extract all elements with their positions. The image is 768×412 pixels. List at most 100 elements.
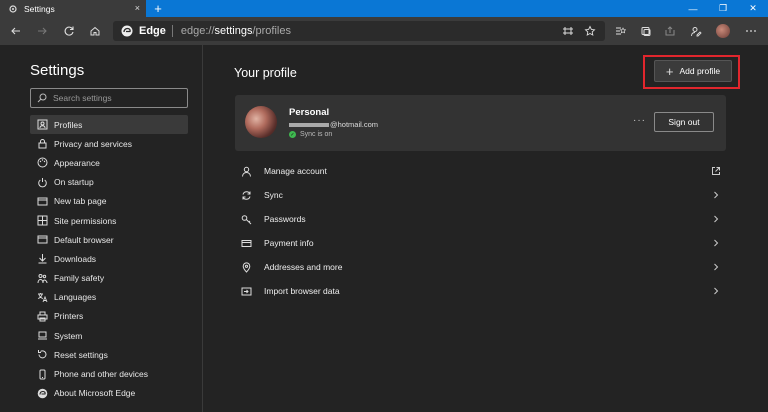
address-separator [171, 25, 173, 37]
palette-icon [36, 157, 48, 169]
email-domain: @hotmail.com [330, 120, 379, 129]
forward-icon[interactable] [34, 23, 50, 39]
external-link-icon [710, 165, 722, 177]
list-item-passwords[interactable]: Passwords [235, 207, 726, 231]
sidebar-item-privacy[interactable]: Privacy and services [30, 134, 188, 153]
sidebar-item-profiles[interactable]: Profiles [30, 115, 188, 135]
list-item-manage-account[interactable]: Manage account [235, 159, 726, 183]
phone-icon [36, 368, 48, 380]
profile-avatar-button[interactable] [715, 23, 731, 39]
sidebar-item-label: About Microsoft Edge [54, 388, 136, 399]
sidebar-item-label: Privacy and services [54, 138, 132, 149]
chevron-right-icon [710, 189, 722, 201]
refresh-icon[interactable] [61, 23, 77, 39]
browser-toolbar: Edge edge:// settings /profiles [0, 17, 768, 45]
sidebar-item-label: Profiles [54, 119, 83, 130]
download-icon [36, 253, 48, 265]
system-icon [36, 330, 48, 342]
sidebar-item-label: On startup [54, 177, 94, 188]
tab-settings[interactable]: Settings × [0, 0, 146, 17]
sidebar-item-appearance[interactable]: Appearance [30, 153, 188, 172]
sidebar-item-label: Printers [54, 311, 84, 322]
chevron-right-icon [710, 213, 722, 225]
sidebar-item-label: Downloads [54, 253, 97, 264]
check-icon: ✓ [289, 131, 296, 138]
search-icon [37, 93, 47, 103]
sync-status-label: Sync is on [300, 131, 333, 138]
profile-settings-list: Manage account Sync Passwords Payment in… [235, 159, 726, 303]
home-icon[interactable] [87, 23, 103, 39]
edge-icon [36, 387, 48, 399]
list-item-label: Addresses and more [264, 262, 343, 272]
sidebar-item-label: Family safety [54, 273, 105, 284]
sidebar-item-startup[interactable]: On startup [30, 173, 188, 192]
highlight-box [643, 55, 740, 89]
family-icon [36, 272, 48, 284]
favorites-icon[interactable] [612, 23, 628, 39]
sidebar-item-about[interactable]: About Microsoft Edge [30, 384, 188, 403]
sidebar-title: Settings [30, 62, 85, 79]
language-icon [36, 291, 48, 303]
back-icon[interactable] [8, 23, 24, 39]
location-icon [240, 261, 252, 273]
url-main: settings [214, 25, 253, 37]
profile-email: @hotmail.com [289, 120, 378, 129]
search-placeholder: Search settings [53, 93, 112, 103]
browser-icon [36, 234, 48, 246]
sidebar-item-label: Reset settings [54, 349, 108, 360]
title-bar: Settings × + — ❐ ✕ [0, 0, 768, 17]
profile-icon [36, 119, 48, 131]
new-tab-button[interactable]: + [151, 0, 165, 17]
sidebar-item-label: Default browser [54, 234, 114, 245]
avatar [245, 106, 277, 138]
sidebar-item-family-safety[interactable]: Family safety [30, 269, 188, 288]
sidebar-item-label: Site permissions [54, 215, 117, 226]
more-options-button[interactable]: ··· [633, 115, 646, 126]
sign-out-button[interactable]: Sign out [654, 112, 714, 132]
sidebar-nav: Profiles Privacy and services Appearance… [30, 115, 188, 403]
sidebar-item-site-permissions[interactable]: Site permissions [30, 211, 188, 230]
search-input[interactable]: Search settings [30, 88, 188, 108]
sidebar-item-label: Languages [54, 292, 97, 303]
favorite-star-icon[interactable] [582, 23, 598, 39]
sidebar-item-downloads[interactable]: Downloads [30, 249, 188, 268]
sidebar-item-languages[interactable]: Languages [30, 288, 188, 307]
sidebar-item-new-tab[interactable]: New tab page [30, 192, 188, 211]
app-available-icon[interactable] [560, 23, 576, 39]
chevron-right-icon [710, 237, 722, 249]
close-window-button[interactable]: ✕ [738, 0, 768, 17]
printer-icon [36, 310, 48, 322]
tab-title: Settings [24, 3, 55, 14]
minimize-button[interactable]: — [678, 0, 708, 17]
list-item-label: Manage account [264, 166, 327, 176]
chevron-right-icon [710, 285, 722, 297]
share-icon[interactable] [662, 23, 678, 39]
feedback-icon[interactable] [688, 23, 704, 39]
list-item-label: Sync [264, 190, 283, 200]
list-item-payment-info[interactable]: Payment info [235, 231, 726, 255]
new-tab-icon [36, 195, 48, 207]
profile-card: Personal @hotmail.com ✓ Sync is on ··· S… [235, 95, 726, 151]
list-item-sync[interactable]: Sync [235, 183, 726, 207]
person-icon [240, 165, 252, 177]
more-menu-icon[interactable] [743, 23, 759, 39]
list-item-addresses[interactable]: Addresses and more [235, 255, 726, 279]
sidebar-item-label: System [54, 330, 83, 341]
list-item-import-data[interactable]: Import browser data [235, 279, 726, 303]
sidebar-item-reset[interactable]: Reset settings [30, 345, 188, 364]
url-suffix: /profiles [252, 25, 291, 37]
sidebar-item-default-browser[interactable]: Default browser [30, 230, 188, 249]
address-bar[interactable]: Edge edge:// settings /profiles [113, 21, 605, 41]
main-content: Your profile + Add profile Personal @hot… [204, 45, 768, 412]
list-item-label: Passwords [264, 214, 306, 224]
address-brand: Edge [139, 25, 166, 37]
collections-icon[interactable] [638, 23, 654, 39]
sidebar-item-printers[interactable]: Printers [30, 307, 188, 326]
tab-close-button[interactable]: × [135, 3, 140, 13]
redacted-email [289, 123, 329, 128]
sidebar-item-label: Phone and other devices [54, 369, 149, 380]
sidebar-item-system[interactable]: System [30, 326, 188, 345]
maximize-button[interactable]: ❐ [708, 0, 738, 17]
avatar [716, 24, 730, 38]
sidebar-item-phone[interactable]: Phone and other devices [30, 364, 188, 383]
